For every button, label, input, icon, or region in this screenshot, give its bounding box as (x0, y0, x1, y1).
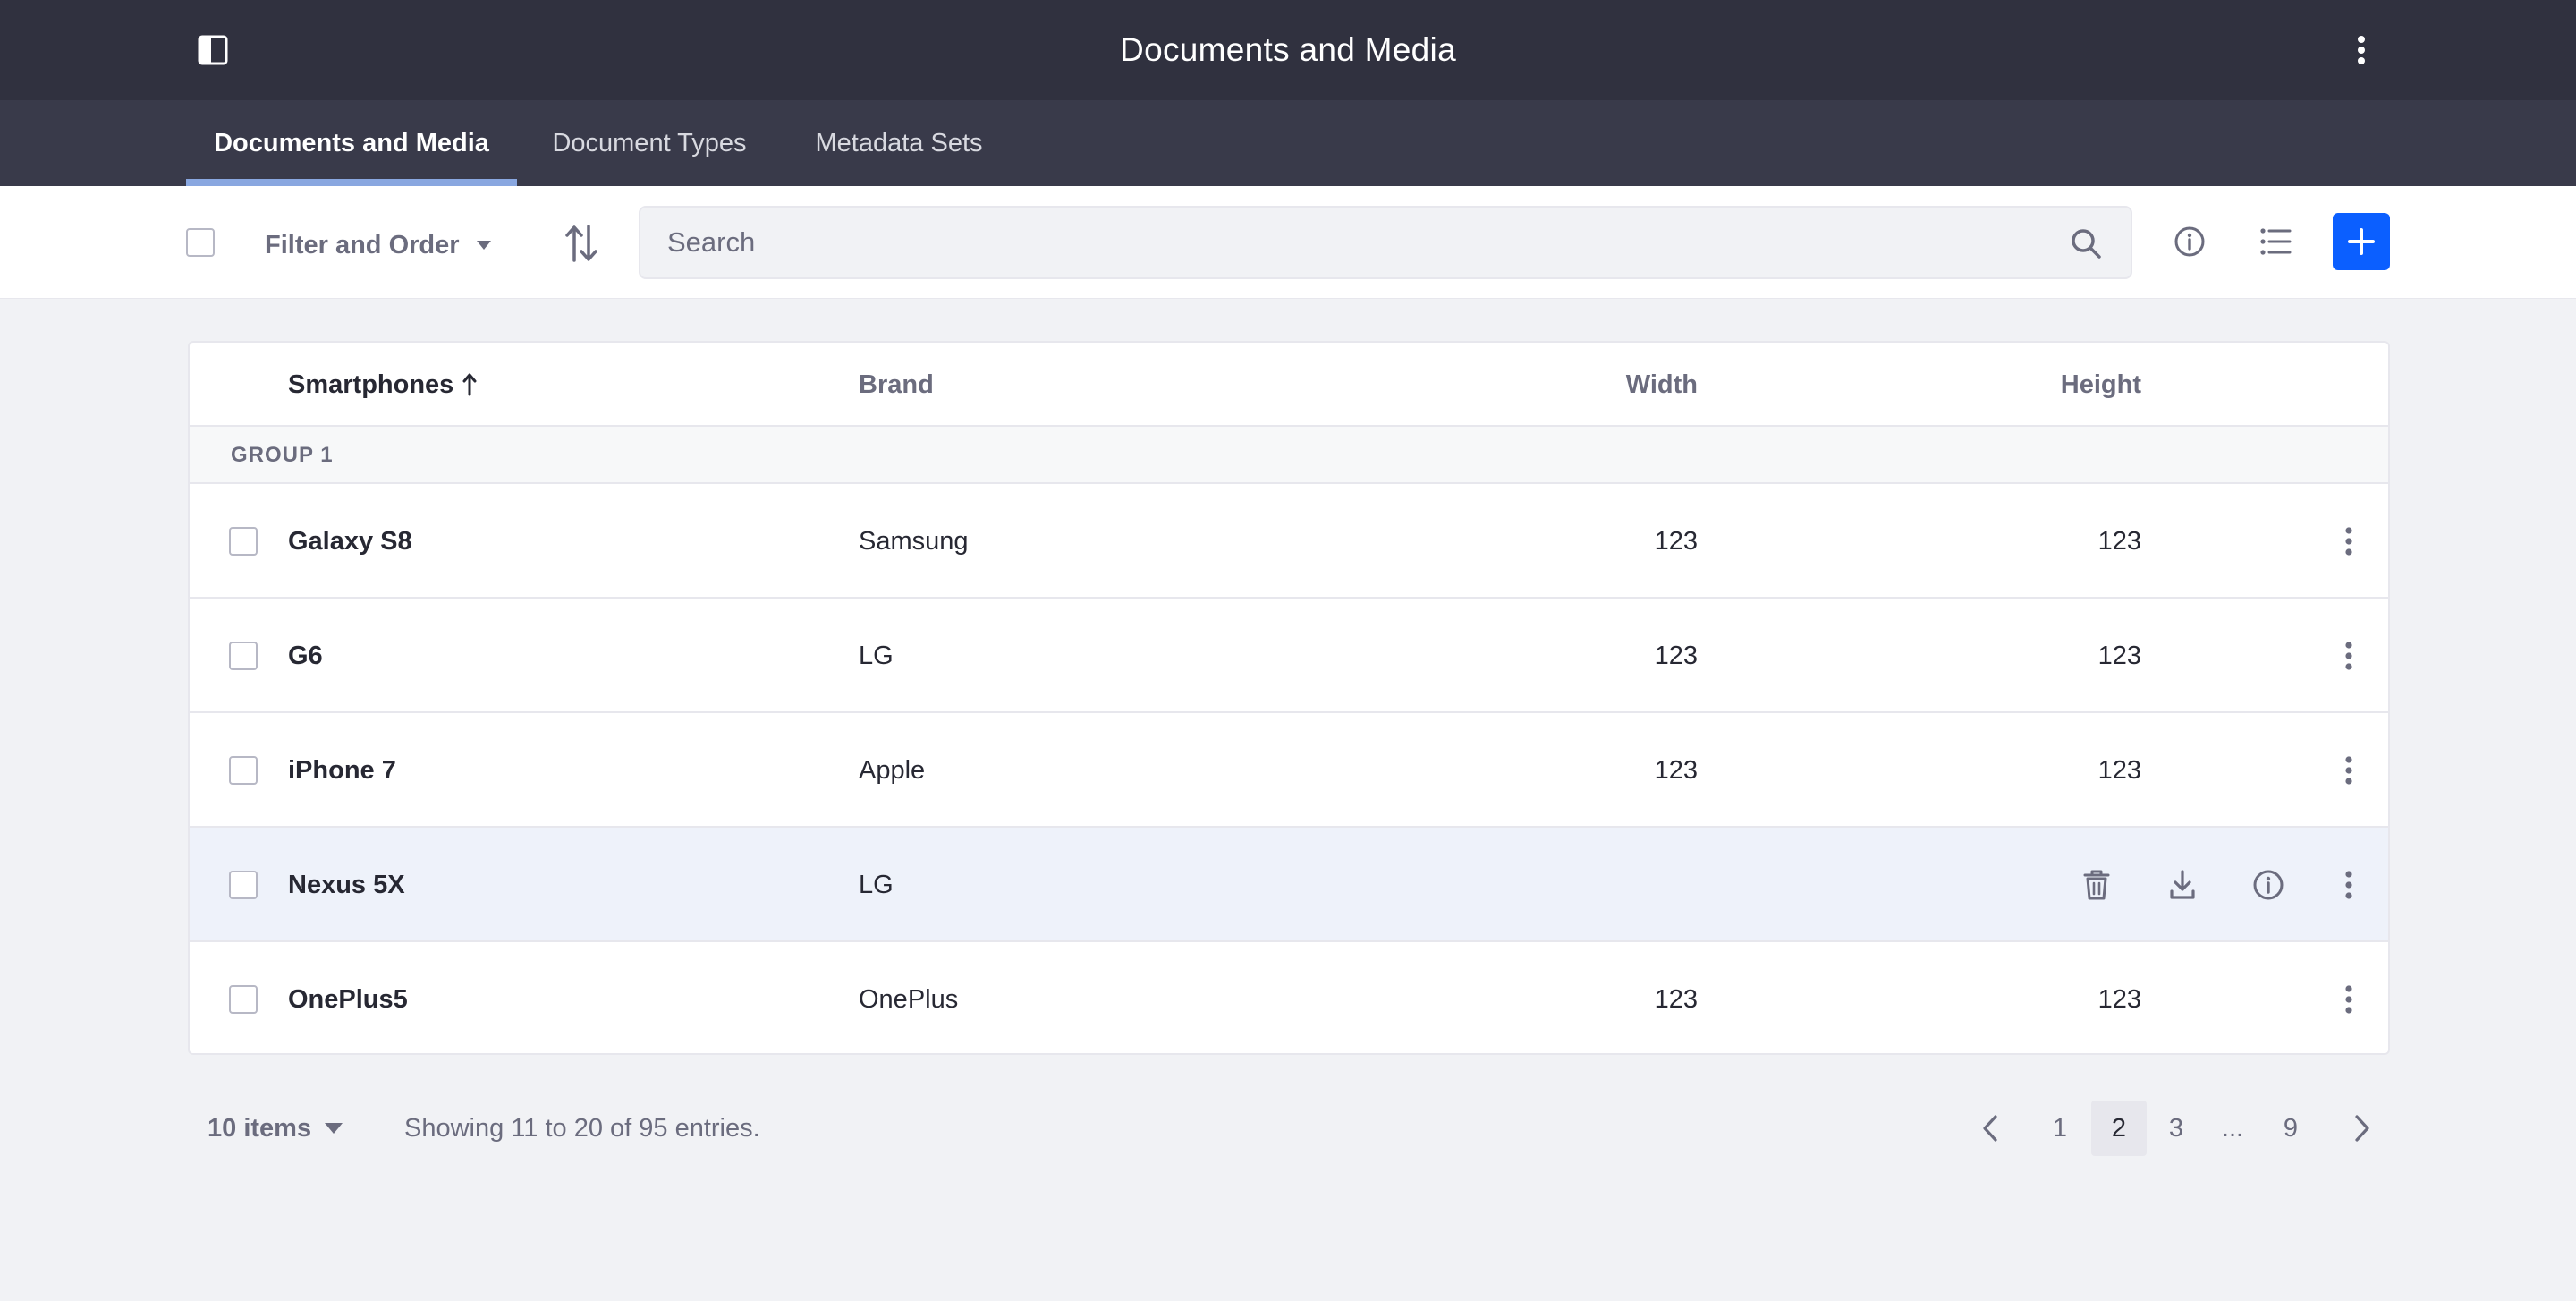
row-brand: OnePlus (859, 985, 959, 1014)
row-checkbox[interactable] (229, 985, 258, 1014)
page-link-1[interactable]: 1 (2032, 1101, 2088, 1156)
row-checkbox[interactable] (229, 642, 258, 670)
tab-documents-and-media[interactable]: Documents and Media (186, 100, 517, 186)
filter-and-order-dropdown[interactable]: Filter and Order (265, 229, 492, 261)
info-icon[interactable] (2170, 222, 2209, 261)
group-label: GROUP 1 (231, 443, 334, 467)
download-icon[interactable] (2163, 865, 2202, 905)
row-name: G6 (288, 642, 323, 670)
search-icon[interactable] (2068, 225, 2104, 261)
row-width: 123 (1654, 985, 1698, 1014)
column-header-brand[interactable]: Brand (859, 343, 934, 427)
row-brand: LG (859, 871, 894, 899)
previous-page-button[interactable] (1968, 1101, 2012, 1156)
page-ellipsis[interactable]: ... (2206, 1101, 2259, 1156)
table-row[interactable]: iPhone 7 Apple 123 123 (190, 713, 2388, 828)
chevron-left-icon (1983, 1115, 1997, 1142)
items-per-page-label: 10 items (208, 1113, 312, 1143)
column-header-smartphones[interactable]: Smartphones (288, 343, 477, 427)
table-row[interactable]: G6 LG 123 123 (190, 599, 2388, 713)
chevron-right-icon (2355, 1115, 2369, 1142)
next-page-button[interactable] (2340, 1101, 2385, 1156)
group-header: GROUP 1 (190, 427, 2388, 484)
row-checkbox[interactable] (229, 871, 258, 899)
trash-icon[interactable] (2077, 865, 2116, 905)
row-actions-icon[interactable] (2329, 636, 2368, 676)
row-actions-icon[interactable] (2329, 865, 2368, 905)
navigation-bar: Documents and Media Document Types Metad… (0, 100, 2576, 186)
plus-icon (2348, 228, 2375, 255)
row-checkbox[interactable] (229, 527, 258, 556)
row-name: Nexus 5X (288, 871, 405, 899)
row-actions-icon[interactable] (2329, 751, 2368, 790)
pagination-status: Showing 11 to 20 of 95 entries. (404, 1114, 760, 1143)
row-brand: LG (859, 642, 894, 670)
sidebar-toggle-icon[interactable] (197, 34, 229, 66)
row-width: 123 (1654, 642, 1698, 670)
page-title: Documents and Media (1120, 31, 1456, 68)
sort-ascending-icon (462, 373, 477, 396)
search-box (639, 206, 2132, 279)
table-header: Smartphones Brand Width Height (190, 343, 2388, 427)
info-icon[interactable] (2249, 865, 2288, 905)
smartphones-table: Smartphones Brand Width Height GROUP 1 G… (188, 341, 2390, 1055)
row-height: 123 (2097, 985, 2141, 1014)
row-width: 123 (1654, 756, 1698, 785)
page-link-9[interactable]: 9 (2263, 1101, 2318, 1156)
row-name: iPhone 7 (288, 756, 396, 785)
page-link-3[interactable]: 3 (2148, 1101, 2204, 1156)
search-input[interactable] (640, 208, 2131, 277)
options-menu-icon[interactable] (2343, 30, 2379, 70)
row-actions-icon[interactable] (2329, 980, 2368, 1019)
row-brand: Samsung (859, 527, 969, 556)
row-height: 123 (2097, 527, 2141, 556)
app-header: Documents and Media (0, 0, 2576, 100)
list-view-icon[interactable] (2256, 222, 2295, 261)
caret-down-icon (476, 241, 491, 250)
filter-and-order-label: Filter and Order (265, 230, 460, 259)
row-name: Galaxy S8 (288, 527, 412, 556)
tab-document-types[interactable]: Document Types (535, 100, 764, 186)
row-checkbox[interactable] (229, 756, 258, 785)
row-height: 123 (2097, 642, 2141, 670)
row-brand: Apple (859, 756, 926, 785)
row-name: OnePlus5 (288, 985, 408, 1014)
row-width: 123 (1654, 527, 1698, 556)
add-button[interactable] (2333, 213, 2390, 270)
column-header-width[interactable]: Width (1531, 343, 1698, 427)
select-all-checkbox[interactable] (186, 228, 215, 257)
column-header-height[interactable]: Height (1979, 343, 2141, 427)
row-actions-icon[interactable] (2329, 522, 2368, 561)
tab-metadata-sets[interactable]: Metadata Sets (792, 100, 1005, 186)
management-toolbar: Filter and Order (0, 186, 2576, 299)
table-row[interactable]: Nexus 5X LG (190, 828, 2388, 942)
table-row[interactable]: Galaxy S8 Samsung 123 123 (190, 484, 2388, 599)
row-height: 123 (2097, 756, 2141, 785)
sort-arrows-icon (565, 225, 597, 262)
items-per-page-dropdown[interactable]: 10 items (208, 1110, 343, 1147)
page-link-2[interactable]: 2 (2091, 1101, 2147, 1156)
table-row[interactable]: OnePlus5 OnePlus 123 123 (190, 942, 2388, 1053)
sort-order-button[interactable] (562, 220, 601, 267)
caret-down-icon (325, 1123, 343, 1134)
